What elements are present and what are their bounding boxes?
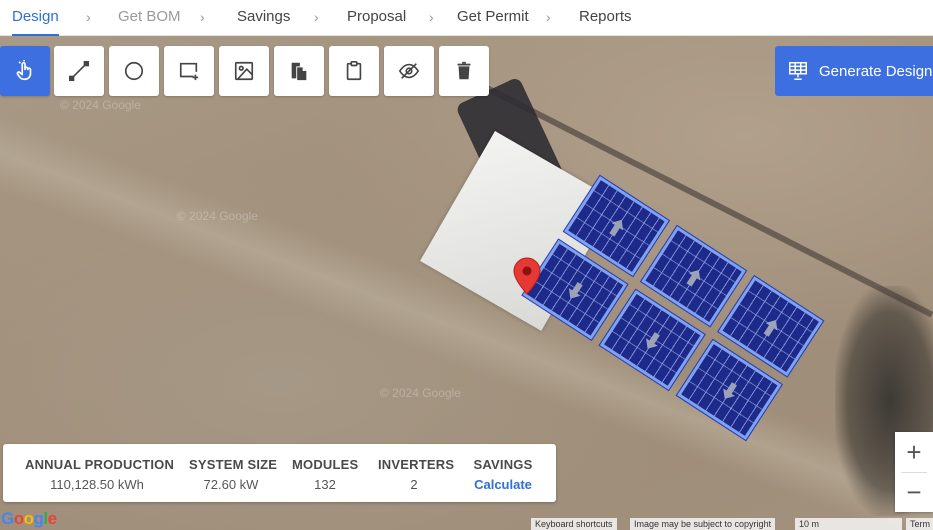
stat-label: SYSTEM SIZE: [189, 457, 278, 472]
copy-icon: [291, 62, 307, 81]
stat-annual-production: ANNUAL PRODUCTION 110,128.50 kWh: [25, 457, 175, 492]
arrow-down-icon: [646, 332, 660, 349]
solar-panel-icon: [789, 62, 807, 80]
stat-system-size: SYSTEM SIZE 72.60 kW: [189, 457, 278, 492]
chevron-right-icon: ›: [200, 9, 205, 25]
map-watermark: © 2024 Google: [177, 209, 258, 223]
stat-inverters: INVERTERS 2: [378, 457, 455, 492]
circle-icon: [124, 61, 144, 81]
step-get-permit[interactable]: Get Permit: [457, 0, 529, 36]
generate-design-button[interactable]: Generate Design: [775, 46, 933, 96]
terms-link[interactable]: Term: [906, 518, 933, 530]
add-rectangle-icon: [179, 62, 199, 81]
copy-tool-button[interactable]: [274, 46, 324, 96]
stat-value: 132: [314, 477, 336, 492]
step-savings[interactable]: Savings: [237, 0, 290, 36]
chevron-right-icon: ›: [429, 9, 434, 25]
paste-tool-button[interactable]: [329, 46, 379, 96]
map-scale: 10 m: [795, 518, 902, 530]
calculate-savings-link[interactable]: Calculate: [470, 477, 536, 492]
clipboard-icon: [346, 61, 362, 81]
step-get-bom[interactable]: Get BOM: [118, 0, 181, 36]
stat-label: ANNUAL PRODUCTION: [25, 457, 175, 472]
map-watermark: © 2024 Google: [60, 98, 141, 112]
line-icon: [69, 61, 89, 81]
line-tool-button[interactable]: [54, 46, 104, 96]
stat-value: 72.60 kW: [203, 477, 259, 492]
arrow-down-icon: [568, 281, 583, 299]
stat-value: 110,128.50 kWh: [50, 477, 144, 492]
arrow-down-icon: [723, 382, 738, 399]
arrow-up-icon: [609, 219, 624, 237]
circle-tool-button[interactable]: [109, 46, 159, 96]
generate-design-label: Generate Design: [819, 62, 933, 80]
system-stats-panel: ANNUAL PRODUCTION 110,128.50 kWh SYSTEM …: [3, 444, 556, 502]
chevron-right-icon: ›: [314, 9, 319, 25]
map-pin-icon[interactable]: [513, 257, 541, 295]
step-nav: Design › Get BOM › Savings › Proposal › …: [0, 0, 933, 36]
stat-modules: MODULES 132: [292, 457, 358, 492]
step-design[interactable]: Design: [12, 0, 59, 36]
map-watermark: © 2024 Google: [380, 386, 461, 400]
zoom-controls: + −: [895, 432, 933, 512]
copyright-notice[interactable]: Image may be subject to copyright: [630, 518, 776, 530]
delete-tool-button[interactable]: [439, 46, 489, 96]
hide-icon: [398, 63, 420, 79]
stat-label: SAVINGS: [473, 457, 533, 472]
zoom-out-button[interactable]: −: [895, 472, 933, 512]
arrow-up-icon: [686, 269, 701, 287]
step-proposal[interactable]: Proposal: [347, 0, 406, 36]
hide-tool-button[interactable]: [384, 46, 434, 96]
stat-label: MODULES: [292, 457, 359, 472]
rectangle-tool-button[interactable]: [164, 46, 214, 96]
image-icon: [234, 61, 254, 81]
stat-savings: SAVINGS Calculate: [470, 457, 536, 492]
stat-value: 2: [410, 477, 418, 492]
step-reports[interactable]: Reports: [579, 0, 632, 36]
scale-label: 10 m: [799, 519, 820, 529]
chevron-right-icon: ›: [86, 9, 91, 25]
zoom-in-button[interactable]: +: [895, 432, 933, 472]
stat-label: INVERTERS: [378, 457, 455, 472]
select-hand-icon: [16, 60, 32, 81]
keyboard-shortcuts-link[interactable]: Keyboard shortcuts: [531, 518, 617, 530]
zoom-divider: [901, 472, 927, 473]
select-tool-button[interactable]: [0, 46, 50, 96]
trash-icon: [457, 61, 471, 80]
image-tool-button[interactable]: [219, 46, 269, 96]
chevron-right-icon: ›: [546, 9, 551, 25]
google-logo[interactable]: Google: [1, 509, 57, 529]
arrow-up-icon: [763, 320, 778, 337]
